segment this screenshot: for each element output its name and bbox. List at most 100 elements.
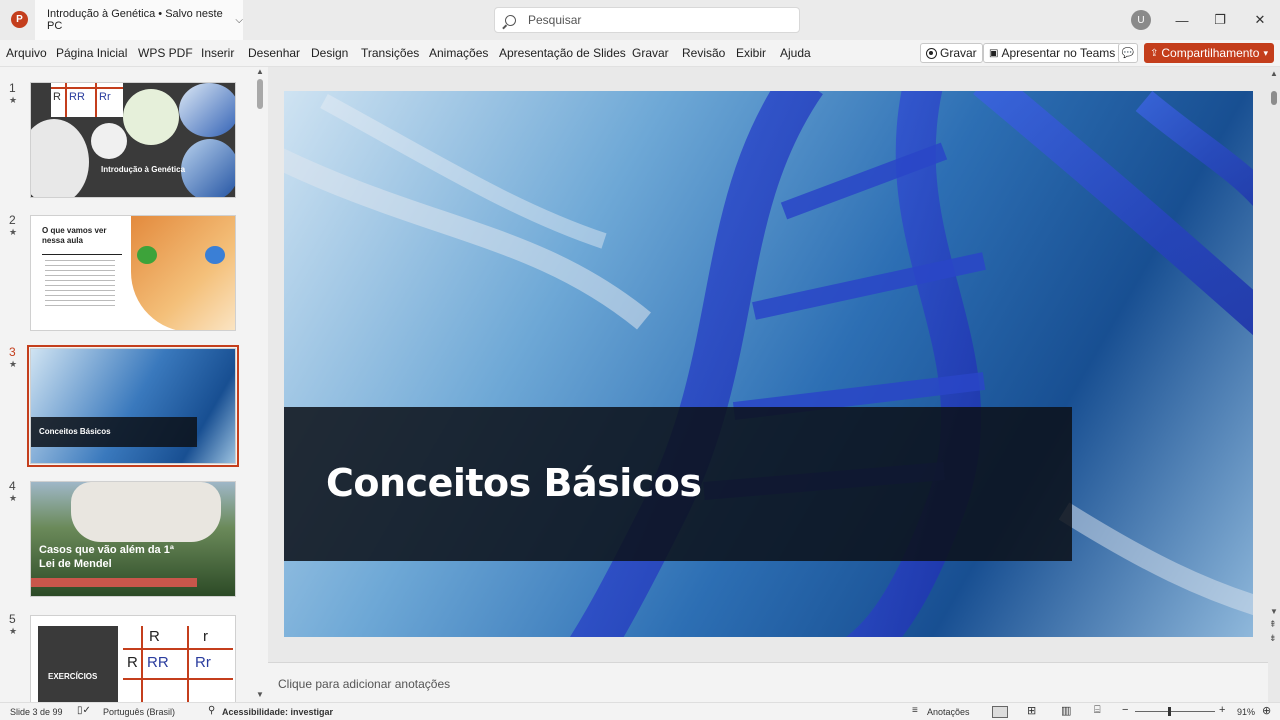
thumbnail-slide-3[interactable]: Conceitos Básicos — [27, 345, 239, 467]
accessibility-status[interactable]: Acessibilidade: investigar — [222, 707, 333, 717]
plant-image — [123, 89, 179, 145]
tab-exibir[interactable]: Exibir — [736, 46, 766, 60]
exercise-panel: EXERCÍCIOS — [38, 626, 118, 702]
record-button[interactable]: Gravar — [920, 43, 983, 63]
zoom-out-icon[interactable]: − — [1122, 704, 1128, 716]
status-bar: Slide 3 de 99 ▯✓ Português (Brasil) ⚲ Ac… — [0, 702, 1280, 720]
thumb-number: 4 — [9, 479, 16, 493]
thumb-title: Introdução à Genética — [101, 165, 186, 174]
scrollbar-thumb[interactable] — [257, 79, 263, 109]
tab-revisao[interactable]: Revisão — [682, 46, 725, 60]
punnett-cell: RR — [147, 654, 169, 671]
zoom-level[interactable]: 91% — [1237, 707, 1255, 717]
avatar[interactable]: U — [1131, 10, 1151, 30]
scrollbar-thumb[interactable] — [1271, 91, 1277, 105]
tab-wps-pdf[interactable]: WPS PDF — [138, 46, 193, 60]
animation-star-icon: ★ — [9, 95, 18, 105]
search-box[interactable]: Pesquisar — [494, 7, 800, 33]
scroll-down-icon[interactable]: ▼ — [1270, 607, 1278, 616]
fit-to-window-icon[interactable]: ⊕ — [1262, 704, 1271, 717]
document-title-tab[interactable]: Introdução à Genética • Salvo neste PC ⌵ — [35, 0, 243, 40]
reading-view-icon[interactable]: ▥ — [1061, 704, 1071, 717]
zoom-slider-handle[interactable] — [1168, 707, 1171, 716]
present-teams-label: Apresentar no Teams — [1001, 46, 1116, 60]
record-label: Gravar — [940, 46, 977, 60]
tab-arquivo[interactable]: Arquivo — [6, 46, 47, 60]
next-slide-icon[interactable]: ⇟ — [1269, 633, 1277, 644]
share-button[interactable]: ⇪ Compartilhamento ▾ — [1144, 43, 1274, 63]
chevron-down-icon: ▾ — [1263, 47, 1268, 58]
close-icon[interactable]: ✕ — [1248, 8, 1272, 32]
thumb-title: Lei de Mendel — [39, 558, 112, 570]
slide-sorter-icon[interactable]: ⊞ — [1027, 704, 1036, 717]
current-slide[interactable]: Conceitos Básicos — [284, 91, 1253, 637]
dna-image — [181, 139, 235, 197]
thumbnail-slide-1[interactable]: R RR Rr Introdução à Genética — [30, 82, 236, 198]
thumb-number: 5 — [9, 612, 16, 626]
thumb-title: Conceitos Básicos — [39, 427, 111, 436]
comment-icon: 💬 — [1121, 47, 1135, 59]
title-band: Conceitos Básicos — [284, 407, 1072, 561]
slide-counter: Slide 3 de 99 — [10, 707, 63, 717]
share-icon: ⇪ — [1150, 47, 1159, 59]
thumbnail-slide-2[interactable]: O que vamos ver nessa aula — [30, 215, 236, 331]
punnett-cell: Rr — [195, 654, 211, 671]
thumb-title: O que vamos ver — [42, 226, 107, 235]
tab-design[interactable]: Design — [311, 46, 348, 60]
tab-gravar[interactable]: Gravar — [632, 46, 669, 60]
chevron-down-icon[interactable]: ⌵ — [235, 15, 243, 26]
thumb-title: EXERCÍCIOS — [48, 672, 98, 681]
slideshow-icon[interactable]: ⌸ — [1094, 704, 1101, 717]
language-status[interactable]: Português (Brasil) — [103, 707, 175, 717]
punnett-cell: R — [127, 654, 138, 671]
punnett-cell: r — [203, 628, 208, 645]
spellcheck-icon[interactable]: ▯✓ — [77, 705, 91, 716]
animation-star-icon: ★ — [9, 227, 18, 237]
notes-icon[interactable]: ≡ — [912, 705, 918, 716]
punnett-square: R r R RR Rr — [123, 626, 233, 702]
record-icon — [926, 47, 937, 59]
accessibility-icon[interactable]: ⚲ — [208, 705, 215, 716]
scroll-up-icon[interactable]: ▲ — [256, 67, 264, 76]
dna-image — [179, 83, 235, 137]
accent-bar — [31, 578, 197, 587]
share-label: Compartilhamento — [1161, 46, 1260, 60]
notes-pane[interactable]: Clique para adicionar anotações — [268, 662, 1268, 702]
search-placeholder: Pesquisar — [528, 13, 582, 27]
thumbnail-slide-4[interactable]: Casos que vão além da 1ª Lei de Mendel — [30, 481, 236, 597]
previous-slide-icon[interactable]: ⇞ — [1269, 619, 1277, 630]
punnett-cell: RR — [69, 91, 85, 103]
tab-apresentacao[interactable]: Apresentação de Slides — [499, 46, 626, 60]
dice-image — [91, 123, 127, 159]
scroll-down-icon[interactable]: ▼ — [256, 690, 264, 699]
bullet-list — [45, 260, 115, 310]
tab-transicoes[interactable]: Transições — [361, 46, 419, 60]
tab-inserir[interactable]: Inserir — [201, 46, 234, 60]
zoom-in-icon[interactable]: + — [1219, 704, 1225, 716]
thumb-number: 3 — [9, 345, 16, 359]
slide-title[interactable]: Conceitos Básicos — [326, 461, 702, 505]
slide-editor: Conceitos Básicos ▲ ▼ ⇞ ⇟ Clique para ad… — [268, 67, 1280, 702]
thumbnail-slide-5[interactable]: EXERCÍCIOS R r R RR Rr — [30, 615, 236, 702]
animation-star-icon: ★ — [9, 359, 18, 369]
tab-desenhar[interactable]: Desenhar — [248, 46, 300, 60]
title-bar: P Introdução à Genética • Salvo neste PC… — [0, 0, 1280, 40]
thumb-number: 1 — [9, 81, 16, 95]
tab-animacoes[interactable]: Animações — [429, 46, 488, 60]
minimize-icon[interactable]: — — [1170, 8, 1194, 32]
tab-pagina-inicial[interactable]: Página Inicial — [56, 46, 127, 60]
zoom-slider[interactable] — [1135, 711, 1215, 712]
comments-button[interactable]: 💬 — [1118, 43, 1138, 63]
restore-icon[interactable]: ❐ — [1208, 8, 1232, 32]
thumb-number: 2 — [9, 213, 16, 227]
tab-ajuda[interactable]: Ajuda — [780, 46, 811, 60]
normal-view-icon[interactable] — [992, 706, 1008, 718]
scroll-up-icon[interactable]: ▲ — [1270, 69, 1278, 78]
present-teams-button[interactable]: ▣ Apresentar no Teams — [983, 43, 1122, 63]
thumb-title: Casos que vão além da 1ª — [39, 544, 174, 556]
document-title: Introdução à Genética • Salvo neste PC — [47, 8, 223, 32]
editor-scrollbar[interactable]: ▲ ▼ ⇞ ⇟ — [1268, 67, 1280, 662]
notes-toggle-label[interactable]: Anotações — [927, 707, 970, 717]
cat-image — [131, 216, 235, 330]
thumbnails-scrollbar[interactable]: ▲ ▼ — [254, 67, 266, 702]
